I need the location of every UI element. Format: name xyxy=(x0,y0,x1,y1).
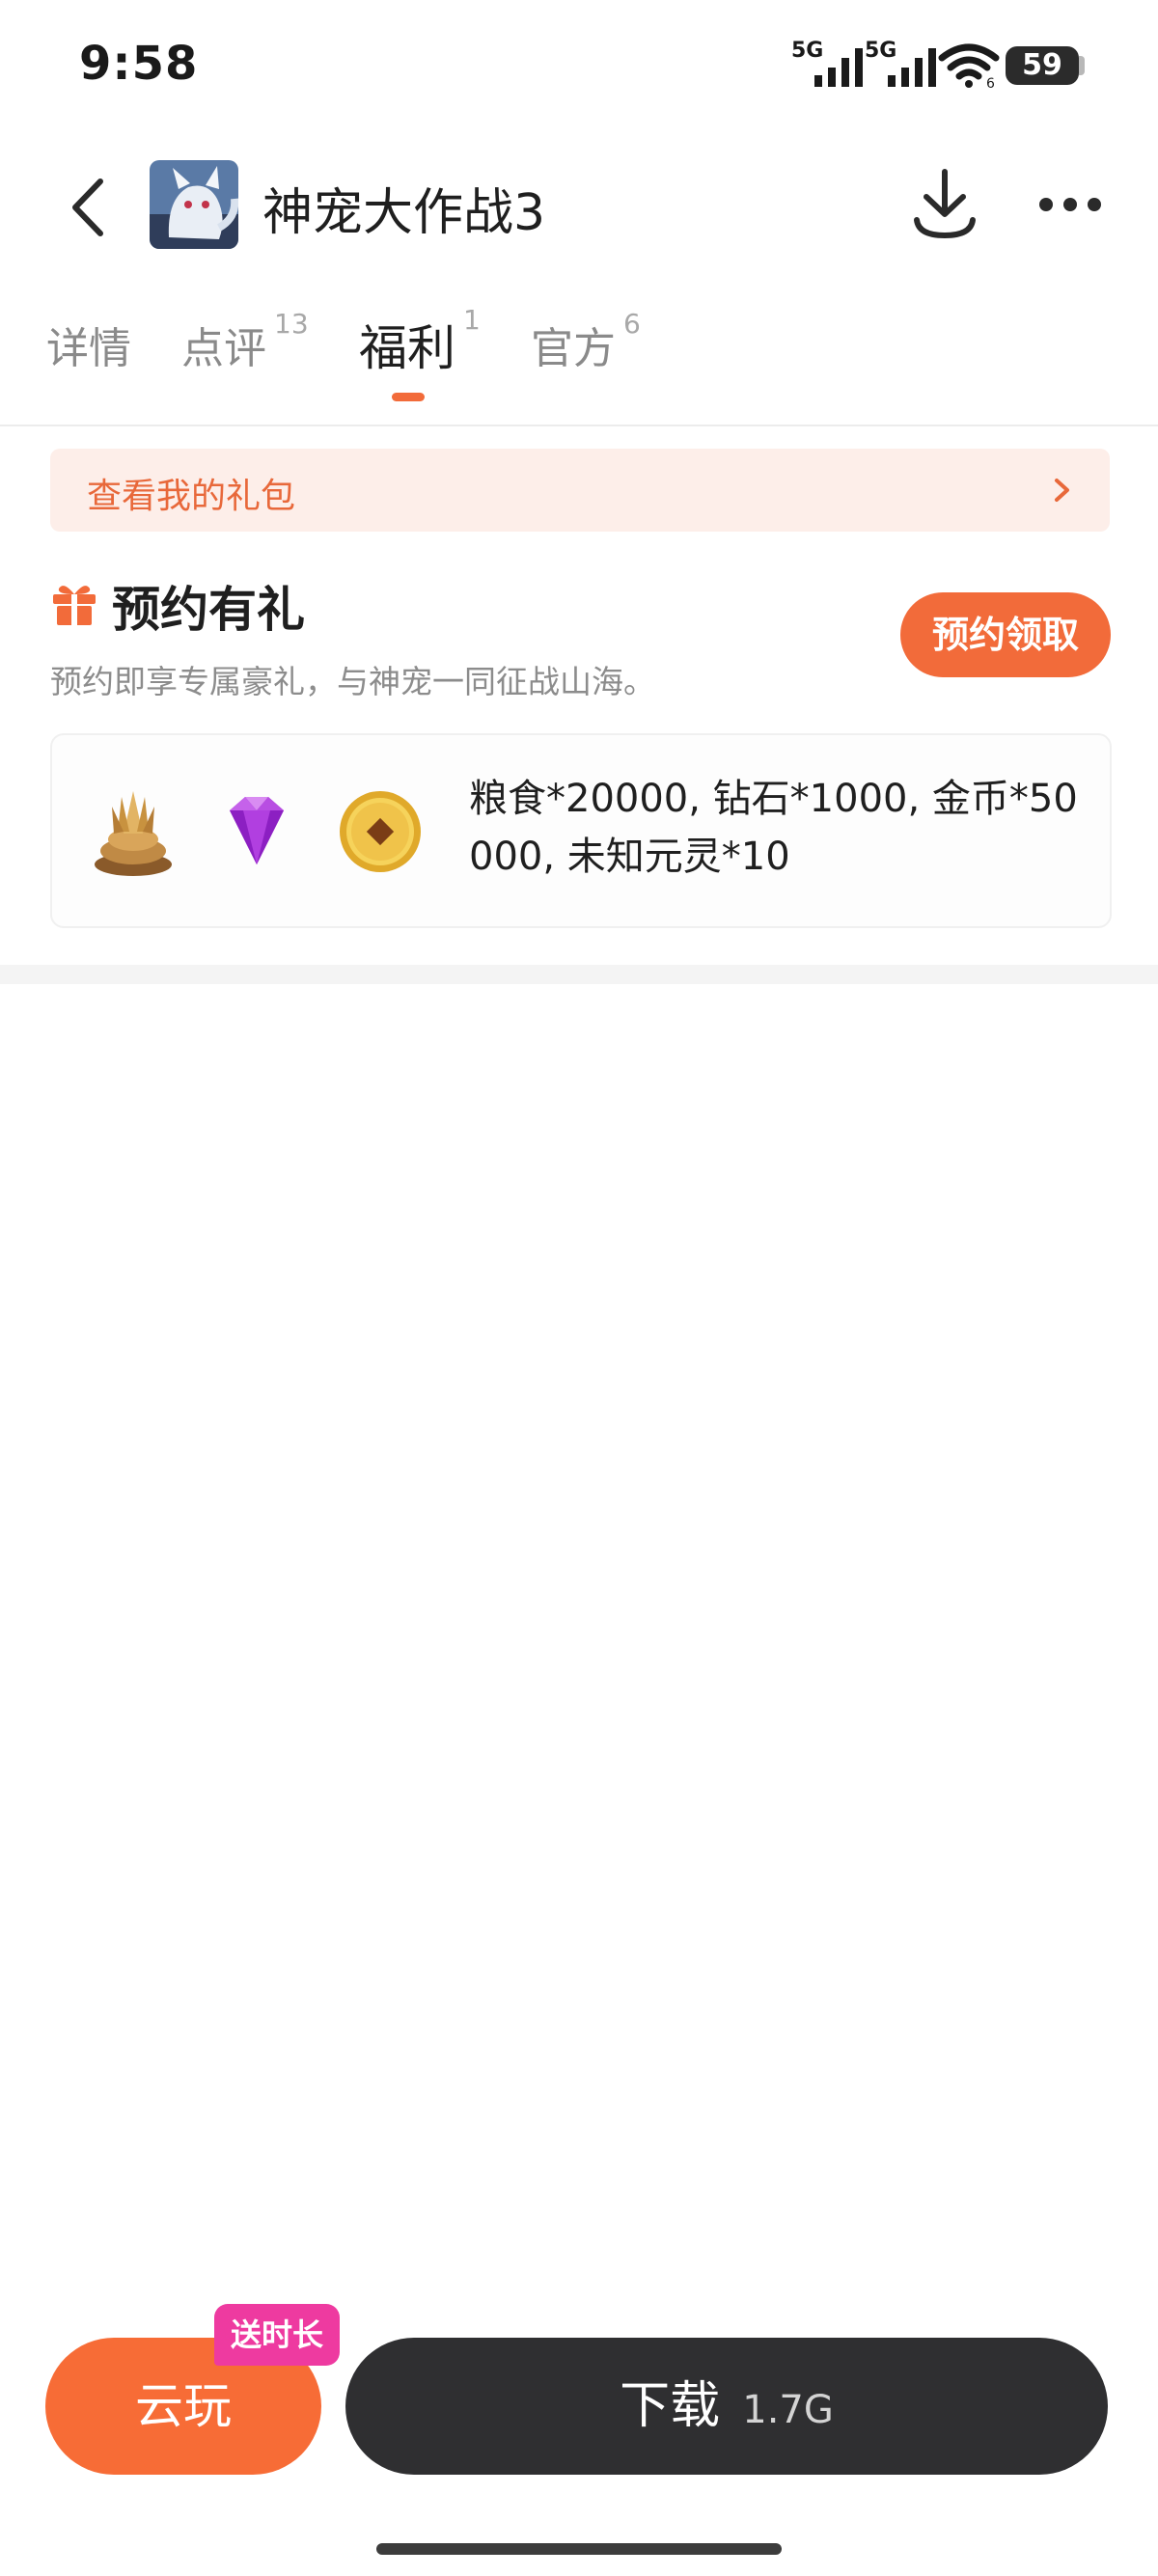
more-icon[interactable] xyxy=(1034,183,1106,226)
download-icon[interactable] xyxy=(909,166,980,243)
gold-coin-icon xyxy=(340,791,421,872)
gift-icon xyxy=(53,586,96,625)
battery-level: 59 xyxy=(1022,48,1062,82)
reserve-button[interactable]: 预约领取 xyxy=(900,592,1111,677)
home-indicator[interactable] xyxy=(376,2543,782,2555)
grain-icon xyxy=(95,791,172,876)
tab-official[interactable]: 官方 6 xyxy=(531,308,641,375)
download-button[interactable]: 下载 1.7G xyxy=(345,2338,1108,2475)
wifi-label: 6 xyxy=(986,76,995,89)
tab-label: 详情 xyxy=(46,324,131,373)
app-title: 神宠大作战3 xyxy=(262,184,546,242)
my-gifts-label: 查看我的礼包 xyxy=(87,477,296,516)
wifi-icon: 6 xyxy=(938,43,1000,89)
status-bar: 9:58 5G 5G 6 59 xyxy=(0,0,1158,135)
status-time: 9:58 xyxy=(79,37,199,91)
tab-count: 1 xyxy=(463,304,481,336)
header: 神宠大作战3 xyxy=(0,145,1158,270)
signal-icon: 5G xyxy=(865,39,946,87)
reward-card: 粮食*20000, 钻石*1000, 金币*50000, 未知元灵*10 xyxy=(50,733,1112,928)
back-icon[interactable] xyxy=(58,174,120,241)
my-gifts-link[interactable]: 查看我的礼包 xyxy=(50,449,1110,532)
download-size: 1.7G xyxy=(742,2388,834,2432)
section-divider xyxy=(0,965,1158,984)
tab-label: 福利 xyxy=(359,320,455,376)
section-subtitle: 预约即享专属豪礼，与神宠一同征战山海。 xyxy=(50,663,655,700)
tab-reviews[interactable]: 点评 13 xyxy=(181,308,309,375)
tab-count: 6 xyxy=(623,308,641,340)
tab-bar: 详情 点评 13 福利 1 官方 6 xyxy=(0,304,1158,426)
tab-count: 13 xyxy=(274,308,309,340)
tab-benefits[interactable]: 福利 1 xyxy=(359,304,481,379)
active-tab-indicator xyxy=(392,393,425,401)
section-title: 预约有礼 xyxy=(112,582,305,638)
bonus-badge: 送时长 xyxy=(214,2304,340,2366)
signal-icon: 5G xyxy=(791,39,872,87)
download-label: 下载 xyxy=(620,2377,721,2435)
tab-label: 官方 xyxy=(531,324,616,373)
chevron-right-icon xyxy=(1055,479,1069,502)
diamond-icon xyxy=(230,797,284,864)
tab-details[interactable]: 详情 xyxy=(46,314,131,375)
app-icon[interactable] xyxy=(150,160,238,249)
battery-cap xyxy=(1079,56,1085,75)
reward-description: 粮食*20000, 钻石*1000, 金币*50000, 未知元灵*10 xyxy=(469,777,1078,879)
tab-label: 点评 xyxy=(181,324,266,373)
